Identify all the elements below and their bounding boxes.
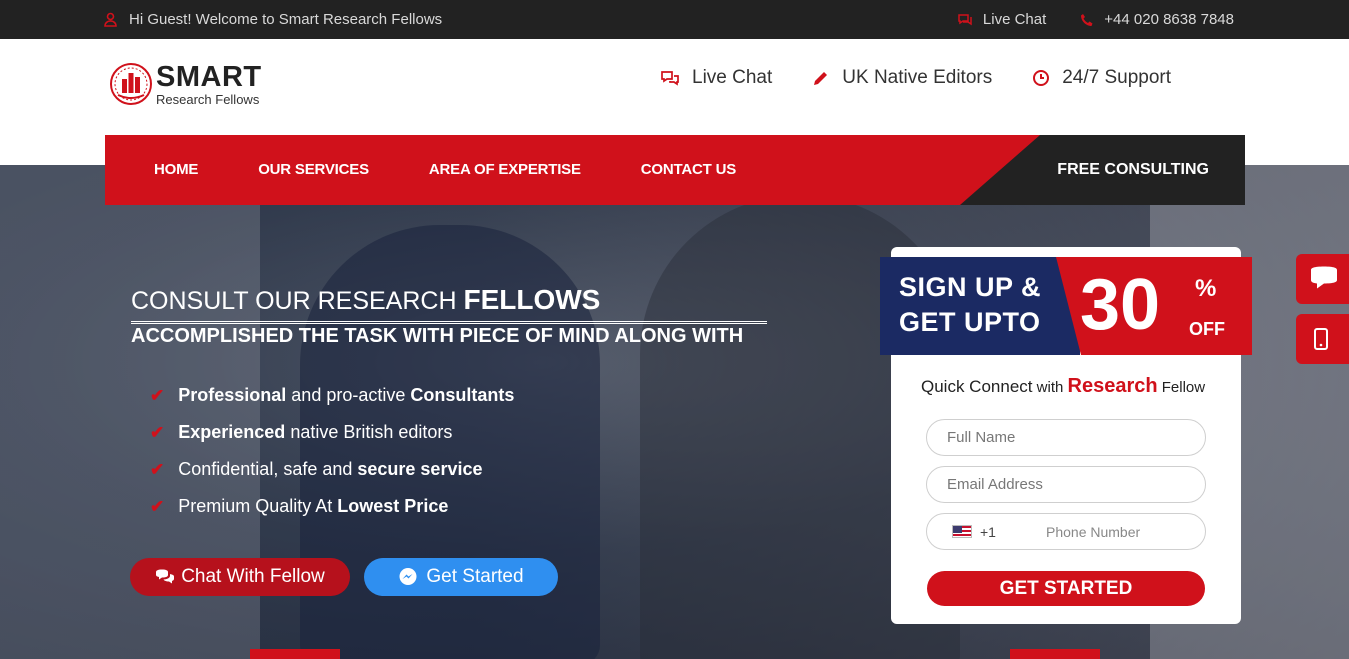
full-name-placeholder: Full Name [947,429,1016,446]
hero-subtitle: ACCOMPLISHED THE TASK WITH PIECE OF MIND… [131,325,744,347]
topbar-live-chat-link[interactable]: Live Chat [983,11,1046,28]
logo-subtitle: Research Fellows [156,91,260,107]
phone-icon [1080,13,1094,27]
welcome-area: Hi Guest! Welcome to Smart Research Fell… [104,11,442,28]
pencil-icon [812,69,830,87]
hero-benefits-list: ✔ Professional and pro-active Consultants… [150,377,514,525]
hero-divider [131,321,767,324]
logo-title: SMART [156,60,262,93]
us-flag-icon[interactable] [952,525,972,538]
clock-icon [1032,69,1050,87]
promo-line2: GET UPTO [899,307,1041,337]
chat-bubble-icon [1311,266,1337,289]
promo-line1: SIGN UP & [899,272,1042,302]
feature-label: Live Chat [692,67,773,88]
country-code[interactable]: +1 [980,524,1046,540]
side-mobile-tab[interactable] [1296,314,1349,364]
main-nav: HOME OUR SERVICES AREA OF EXPERTISE CONT… [105,135,1245,205]
feature-support[interactable]: 24/7 Support [1032,67,1171,89]
check-icon: ✔ [150,385,165,405]
email-placeholder: Email Address [947,476,1043,493]
benefit-item: ✔ Professional and pro-active Consultants [150,385,515,405]
free-consulting-link[interactable]: FREE CONSULTING [1057,161,1209,179]
promo-percent: % [1195,275,1217,302]
nav-item-contact-us[interactable]: CONTACT US [641,161,736,178]
messenger-icon [399,568,417,585]
header-features: Live Chat UK Native Editors 24/7 Support [660,67,1211,89]
promo-off: OFF [1189,319,1225,339]
benefit-item: ✔ Premium Quality At Lowest Price [150,496,449,516]
promo-number: 30 [1080,265,1161,345]
check-icon: ✔ [150,422,165,442]
nav-item-our-services[interactable]: OUR SERVICES [258,161,369,178]
user-icon [104,12,117,27]
chat-with-fellow-button[interactable]: Chat With Fellow [130,558,350,596]
get-started-submit-button[interactable]: GET STARTED [927,571,1205,606]
hero-title: CONSULT OUR RESEARCH FELLOWS [131,284,601,315]
top-bar: Hi Guest! Welcome to Smart Research Fell… [0,0,1349,39]
check-icon: ✔ [150,496,165,516]
feature-uk-native-editors[interactable]: UK Native Editors [812,67,992,89]
nav-item-area-of-expertise[interactable]: AREA OF EXPERTISE [429,161,581,178]
topbar-phone-link[interactable]: +44 020 8638 7848 [1104,11,1234,28]
feature-live-chat[interactable]: Live Chat [660,67,772,89]
nav-item-home[interactable]: HOME [154,161,198,178]
full-name-field[interactable]: Full Name [926,419,1206,456]
comments-icon [156,569,175,584]
check-icon: ✔ [150,459,165,479]
email-field[interactable]: Email Address [926,466,1206,503]
contact-area: Live Chat +44 020 8638 7848 [957,11,1234,28]
form-heading: Quick Connect with Research Fellow [921,375,1206,397]
benefit-item: ✔ Confidential, safe and secure service [150,459,483,479]
side-chat-tab[interactable] [1296,254,1349,304]
logo-mark-icon [110,63,152,105]
feature-label: 24/7 Support [1062,67,1172,88]
welcome-text: Hi Guest! Welcome to Smart Research Fell… [129,11,443,28]
phone-field[interactable]: +1 Phone Number [926,513,1206,550]
benefit-item: ✔ Experienced native British editors [150,422,453,442]
mobile-phone-icon [1314,328,1328,350]
chat-bubbles-icon [660,70,680,86]
feature-label: UK Native Editors [842,67,993,88]
phone-placeholder: Phone Number [1046,523,1141,540]
logo[interactable]: SMART Research Fellows [108,61,262,107]
promo-banner: SIGN UP & GET UPTO 30 % OFF [880,257,1252,355]
get-started-messenger-button[interactable]: Get Started [364,558,558,596]
chat-icon [957,13,973,27]
